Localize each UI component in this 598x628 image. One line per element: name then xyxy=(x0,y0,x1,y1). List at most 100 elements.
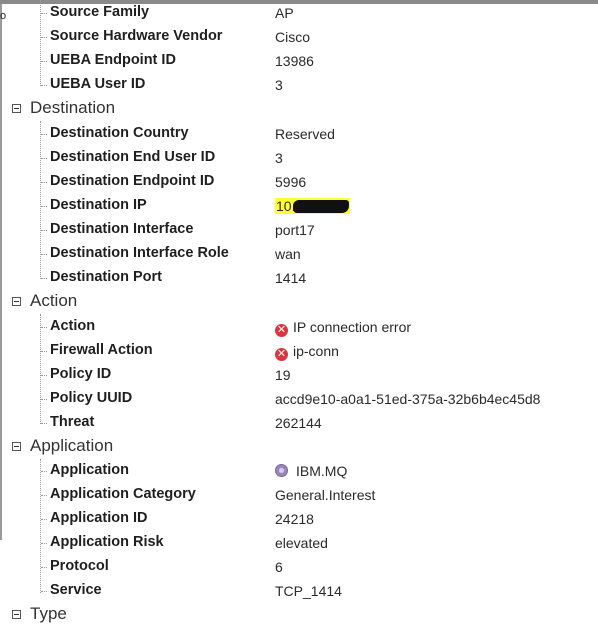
field-row-application: Application IBM.MQ xyxy=(0,459,598,483)
tree-tick xyxy=(41,399,47,400)
field-row-application-category: Application Category General.Interest xyxy=(0,483,598,507)
section-title: Application xyxy=(30,436,114,455)
tree-tick xyxy=(41,278,47,279)
field-value: General.Interest xyxy=(275,487,376,503)
field-row-destination-country: Destination Country Reserved xyxy=(0,122,598,146)
tree-tick xyxy=(41,230,47,231)
field-label: UEBA Endpoint ID xyxy=(50,52,176,68)
field-label: Source Family xyxy=(50,4,150,20)
field-row-source-hardware-vendor: Source Hardware Vendor Cisco xyxy=(0,25,598,49)
field-label: Destination IP xyxy=(50,197,147,213)
field-row-firewall-action: Firewall Action ✕ ip-conn xyxy=(0,339,598,363)
field-value: 3 xyxy=(275,77,283,93)
field-row-application-risk: Application Risk elevated xyxy=(0,531,598,555)
tree-tick xyxy=(41,13,47,14)
field-label: Destination Interface Role xyxy=(50,245,229,261)
tree-tick xyxy=(41,591,47,592)
field-row-policy-id: Policy ID 19 xyxy=(0,363,598,387)
field-row-destination-end-user-id: Destination End User ID 3 xyxy=(0,146,598,170)
field-row-source-family: Source Family AP xyxy=(0,1,598,25)
field-label: Firewall Action xyxy=(50,342,153,358)
redaction-mark xyxy=(293,200,350,213)
section-title: Destination xyxy=(30,98,116,117)
field-row-policy-uuid: Policy UUID accd9e10-a0a1-51ed-375a-32b6… xyxy=(0,387,598,411)
field-label: Policy ID xyxy=(50,366,112,382)
section-title: Action xyxy=(30,291,78,310)
field-label: Application Category xyxy=(50,486,196,502)
field-label: Action xyxy=(50,318,96,334)
event-details-tree: Source Family AP Source Hardware Vendor … xyxy=(0,0,598,628)
tree-tick xyxy=(41,85,47,86)
section-type[interactable]: Type xyxy=(0,603,598,627)
field-row-ueba-endpoint-id: UEBA Endpoint ID 13986 xyxy=(0,49,598,73)
section-application[interactable]: Application xyxy=(0,435,598,459)
field-label: Policy UUID xyxy=(50,390,133,406)
tree-tick xyxy=(41,495,47,496)
field-value: 3 xyxy=(275,150,283,166)
field-value: 262144 xyxy=(275,415,322,431)
field-label: Threat xyxy=(50,414,95,430)
field-value: ✕ IP connection error xyxy=(275,319,411,337)
field-value: port17 xyxy=(275,222,315,238)
collapse-toggle-icon[interactable] xyxy=(12,442,21,451)
field-value: Cisco xyxy=(275,29,311,45)
field-value: TCP_1414 xyxy=(275,583,342,599)
application-value-text: IBM.MQ xyxy=(296,463,348,479)
section-destination[interactable]: Destination xyxy=(0,97,598,121)
field-value: 5996 xyxy=(275,174,307,190)
tree-tick xyxy=(41,471,47,472)
field-row-action: Action ✕ IP connection error xyxy=(0,315,598,339)
tree-tick xyxy=(41,254,47,255)
field-value: 24218 xyxy=(275,511,314,527)
field-row-destination-interface-role: Destination Interface Role wan xyxy=(0,242,598,266)
tree-tick xyxy=(41,158,47,159)
field-row-destination-ip: Destination IP 10. xyxy=(0,194,598,218)
tree-tick xyxy=(41,327,47,328)
field-label: Destination End User ID xyxy=(50,149,216,165)
collapse-toggle-icon[interactable] xyxy=(12,297,21,306)
firewall-action-value-text: ip-conn xyxy=(293,343,339,359)
error-icon: ✕ xyxy=(275,348,288,361)
field-value: 19 xyxy=(275,367,291,383)
field-label: Destination Country xyxy=(50,125,189,141)
highlighted-ip: 10. xyxy=(275,198,351,214)
tree-tick xyxy=(41,206,47,207)
field-label: Application ID xyxy=(50,510,148,526)
field-row-destination-endpoint-id: Destination Endpoint ID 5996 xyxy=(0,170,598,194)
collapse-toggle-icon[interactable] xyxy=(12,104,21,113)
field-value-highlighted: 10. xyxy=(275,198,351,214)
field-row-service: Service TCP_1414 xyxy=(0,579,598,603)
field-value: Reserved xyxy=(275,126,335,142)
action-value-text: IP connection error xyxy=(293,319,412,335)
field-label: Destination Endpoint ID xyxy=(50,173,215,189)
error-icon: ✕ xyxy=(275,324,288,337)
tree-tick xyxy=(41,423,47,424)
tree-tick xyxy=(41,567,47,568)
field-label: Application Risk xyxy=(50,534,164,550)
collapse-toggle-icon[interactable] xyxy=(12,610,21,619)
section-action[interactable]: Action xyxy=(0,290,598,314)
tree-tick xyxy=(41,37,47,38)
tree-tick xyxy=(41,519,47,520)
field-label: Source Hardware Vendor xyxy=(50,28,223,44)
tree-tick xyxy=(41,543,47,544)
field-value: 1414 xyxy=(275,270,307,286)
tree-tick xyxy=(41,134,47,135)
field-value: IBM.MQ xyxy=(275,463,347,479)
field-value: accd9e10-a0a1-51ed-375a-32b6b4ec45d8 xyxy=(275,391,541,407)
field-row-destination-port: Destination Port 1414 xyxy=(0,266,598,290)
field-value: ✕ ip-conn xyxy=(275,343,339,361)
field-label: Destination Interface xyxy=(50,221,194,237)
tree-tick xyxy=(41,182,47,183)
application-icon xyxy=(275,464,288,477)
field-label: Destination Port xyxy=(50,269,162,285)
field-row-protocol: Protocol 6 xyxy=(0,555,598,579)
field-value: elevated xyxy=(275,535,328,551)
section-title: Type xyxy=(30,604,67,623)
field-row-threat: Threat 262144 xyxy=(0,411,598,435)
field-row-destination-interface: Destination Interface port17 xyxy=(0,218,598,242)
field-value: 13986 xyxy=(275,53,314,69)
field-value: 6 xyxy=(275,559,283,575)
tree-tick xyxy=(41,351,47,352)
tree-tick xyxy=(41,375,47,376)
